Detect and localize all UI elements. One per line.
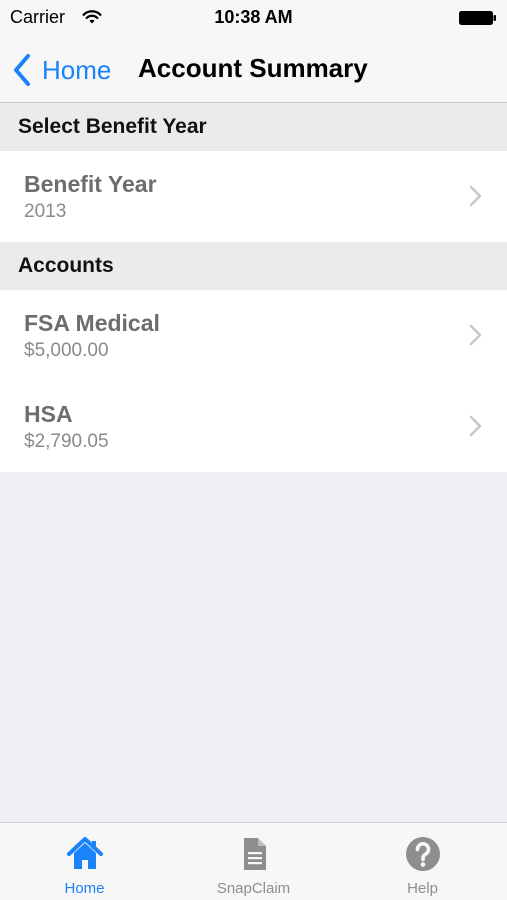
navigation-bar: Home Account Summary: [0, 36, 507, 103]
tab-label: SnapClaim: [216, 880, 291, 897]
status-bar: Carrier 10:38 AM: [0, 0, 507, 36]
tab-snapclaim[interactable]: SnapClaim: [169, 823, 338, 900]
section-header-label: Accounts: [18, 254, 114, 277]
section-header-label: Select Benefit Year: [18, 115, 207, 138]
page-title: Account Summary: [138, 53, 368, 83]
row-value: $5,000.00: [24, 340, 109, 361]
account-row-hsa[interactable]: HSA $2,790.05: [0, 381, 507, 472]
chevron-right-icon: [469, 185, 482, 207]
battery-icon: [459, 11, 496, 25]
chevron-right-icon: [469, 415, 482, 437]
tab-home[interactable]: Home: [0, 823, 169, 900]
document-icon: [243, 838, 266, 870]
section-header-accounts: Accounts: [0, 242, 507, 290]
row-title: HSA: [24, 401, 73, 427]
chevron-right-icon: [469, 324, 482, 346]
tab-bar: Home SnapClaim Help: [0, 822, 507, 900]
row-title: FSA Medical: [24, 310, 160, 336]
tab-help[interactable]: Help: [338, 823, 507, 900]
section-header-benefit-year: Select Benefit Year: [0, 103, 507, 151]
account-row-fsa-medical[interactable]: FSA Medical $5,000.00: [0, 290, 507, 381]
tab-label: Home: [64, 880, 105, 897]
chevron-left-icon: [14, 54, 30, 86]
status-time: 10:38 AM: [214, 7, 293, 27]
back-button[interactable]: Home: [10, 50, 111, 90]
row-value: $2,790.05: [24, 431, 109, 452]
help-icon: [405, 837, 440, 871]
house-icon: [66, 837, 103, 869]
benefit-year-row[interactable]: Benefit Year 2013: [0, 151, 507, 242]
back-label: Home: [42, 54, 112, 85]
row-title: Benefit Year: [24, 171, 157, 197]
tab-label: Help: [407, 880, 438, 897]
row-value: 2013: [24, 201, 67, 222]
